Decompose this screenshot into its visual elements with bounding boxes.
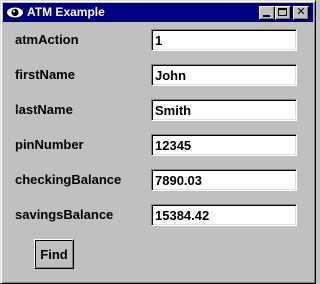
minimize-button[interactable]	[259, 6, 275, 20]
atm-example-window: ATM Example ✕ atmAction firstName lastNa…	[0, 0, 316, 284]
first-name-field[interactable]	[151, 64, 297, 86]
close-button[interactable]: ✕	[293, 6, 309, 20]
atm-action-label: atmAction	[15, 32, 79, 47]
title-bar[interactable]: ATM Example ✕	[3, 3, 313, 22]
maximize-icon	[278, 8, 287, 16]
minimize-icon	[263, 15, 270, 17]
last-name-label: lastName	[15, 102, 73, 117]
atm-action-field[interactable]	[151, 29, 297, 51]
eye-icon	[6, 6, 24, 19]
pin-number-label: pinNumber	[15, 137, 84, 152]
savings-balance-field[interactable]	[151, 204, 297, 226]
savings-balance-label: savingsBalance	[15, 207, 114, 222]
maximize-button[interactable]	[275, 6, 291, 20]
first-name-label: firstName	[15, 67, 75, 82]
checking-balance-field[interactable]	[151, 169, 297, 191]
last-name-field[interactable]	[151, 99, 297, 121]
pin-number-field[interactable]	[151, 134, 297, 156]
checking-balance-label: checkingBalance	[15, 172, 122, 187]
close-icon: ✕	[296, 6, 306, 18]
find-button[interactable]: Find	[34, 239, 74, 269]
window-title: ATM Example	[27, 5, 105, 19]
